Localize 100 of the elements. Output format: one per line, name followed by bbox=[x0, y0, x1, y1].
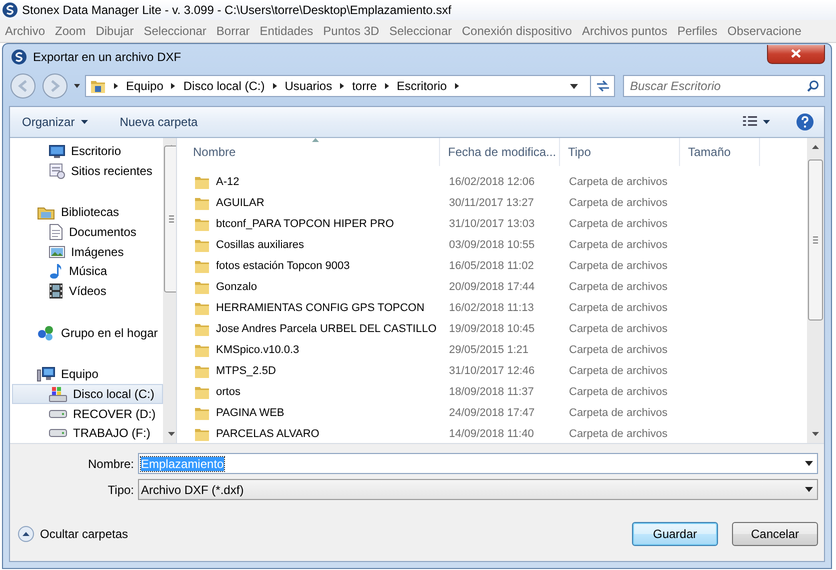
computer-icon bbox=[37, 366, 55, 382]
field-label: Nombre: bbox=[86, 456, 135, 470]
breadcrumb-link[interactable]: Usuarios bbox=[284, 79, 332, 93]
drive-icon bbox=[49, 408, 67, 419]
hide-folders-button[interactable]: Ocultar carpetas bbox=[18, 526, 128, 542]
date-modified: 31/10/2017 12:46 bbox=[449, 364, 535, 376]
nav-item[interactable]: Vídeos bbox=[12, 281, 163, 301]
dialog-title: Exportar en un archivo DXF bbox=[33, 50, 182, 64]
search-field[interactable]: Buscar Escritorio bbox=[623, 75, 825, 97]
scrollbar[interactable] bbox=[807, 138, 824, 443]
chevron-icon bbox=[169, 82, 178, 90]
address-bar[interactable]: Equipo Disco local (C:) Usuarios torre Escritorio bbox=[85, 75, 591, 97]
menu-item[interactable]: Entidades bbox=[254, 24, 318, 38]
folder-name: PARCELAS ALVARO bbox=[216, 428, 320, 440]
nav-item[interactable]: Imágenes bbox=[12, 242, 163, 262]
date-modified: 19/09/2018 10:45 bbox=[449, 322, 535, 334]
toolbar-button[interactable]: Nueva carpeta bbox=[118, 113, 200, 131]
folder-name: A-12 bbox=[216, 176, 240, 188]
nav-item[interactable]: Grupo en el hogar bbox=[12, 322, 163, 342]
homegroup-icon bbox=[37, 324, 55, 341]
folder-name: AGUILAR bbox=[216, 196, 264, 208]
search-icon bbox=[807, 80, 819, 92]
nav-item[interactable]: Escritorio bbox=[12, 141, 163, 161]
breadcrumb-link[interactable]: Disco local (C:) bbox=[183, 79, 265, 93]
date-modified: 16/02/2018 11:13 bbox=[449, 302, 534, 314]
menu-item[interactable]: Conexión dispositivo bbox=[456, 24, 577, 38]
folder-name: Cosillas auxiliares bbox=[216, 238, 304, 250]
collapse-icon bbox=[18, 526, 34, 542]
date-modified: 16/05/2018 11:02 bbox=[449, 260, 534, 272]
toolbar-button[interactable]: Organizar bbox=[20, 113, 90, 131]
nav-item[interactable]: Sitios recientes bbox=[12, 160, 163, 180]
dropdown-caret-icon bbox=[805, 487, 813, 492]
menu-item[interactable]: Seleccionar bbox=[384, 24, 457, 38]
menu-item[interactable]: Borrar bbox=[211, 24, 255, 38]
nav-item[interactable]: RECOVER (D:) bbox=[12, 404, 163, 424]
library-folder-icon bbox=[37, 204, 55, 220]
app-logo-icon bbox=[2, 2, 18, 18]
folder-name: MTPS_2.5D bbox=[216, 364, 276, 376]
close-icon bbox=[791, 49, 801, 58]
folder-name: Jose Andres Parcela URBEL DEL CASTILLO bbox=[216, 322, 437, 334]
dropdown-caret-icon bbox=[570, 84, 578, 88]
dropdown-caret-icon bbox=[805, 461, 813, 466]
chevron-icon bbox=[270, 82, 279, 90]
file-type: Carpeta de archivos bbox=[569, 280, 668, 292]
monitor-icon bbox=[49, 144, 65, 158]
file-type: Carpeta de archivos bbox=[569, 218, 668, 230]
file-type-dropdown[interactable]: Archivo DXF (*.dxf) bbox=[138, 479, 818, 500]
help-button[interactable] bbox=[794, 111, 816, 133]
date-modified: 03/09/2018 10:55 bbox=[449, 238, 535, 250]
refresh-button[interactable] bbox=[590, 75, 615, 97]
document-icon bbox=[49, 224, 63, 240]
file-type: Carpeta de archivos bbox=[569, 386, 668, 398]
menu-item[interactable]: Archivos puntos bbox=[576, 24, 672, 38]
music-note-icon bbox=[49, 263, 63, 280]
breadcrumb-link[interactable]: Escritorio bbox=[396, 79, 447, 93]
file-type: Carpeta de archivos bbox=[569, 196, 668, 208]
picture-icon bbox=[49, 244, 65, 259]
dialog-button[interactable]: Guardar bbox=[632, 522, 718, 546]
chevron-icon bbox=[73, 82, 81, 90]
menu-item[interactable]: Archivo bbox=[0, 24, 50, 38]
field-label: Tipo: bbox=[106, 482, 135, 496]
file-type: Carpeta de archivos bbox=[569, 260, 668, 272]
menu-item[interactable]: Dibujar bbox=[90, 24, 139, 38]
nav-item[interactable]: Bibliotecas bbox=[12, 202, 163, 222]
date-modified: 30/11/2017 13:27 bbox=[449, 196, 534, 208]
help-icon bbox=[796, 113, 814, 131]
chevron-icon bbox=[452, 82, 461, 90]
nav-item[interactable]: Equipo bbox=[12, 364, 163, 384]
windows-drive-icon bbox=[49, 386, 67, 402]
folder-name: ortos bbox=[216, 386, 240, 398]
close-button[interactable] bbox=[767, 44, 825, 64]
nav-item[interactable]: TRABAJO (F:) bbox=[12, 423, 163, 443]
date-modified: 20/09/2018 17:44 bbox=[449, 280, 535, 292]
menu-item[interactable]: Seleccionar bbox=[138, 24, 212, 38]
file-type: Carpeta de archivos bbox=[569, 176, 668, 188]
chevron-icon bbox=[112, 82, 120, 90]
file-type: Carpeta de archivos bbox=[569, 322, 668, 334]
file-type: Carpeta de archivos bbox=[569, 428, 668, 440]
date-modified: 14/09/2018 11:40 bbox=[449, 428, 534, 440]
menu-item[interactable]: Perfiles bbox=[672, 24, 722, 38]
menu-item[interactable]: Zoom bbox=[50, 24, 91, 38]
file-type: Carpeta de archivos bbox=[569, 364, 668, 376]
dialog-button[interactable]: Cancelar bbox=[732, 522, 818, 546]
nav-item[interactable]: Documentos bbox=[12, 222, 163, 242]
date-modified: 24/09/2018 17:47 bbox=[449, 406, 535, 418]
date-modified: 31/10/2017 13:03 bbox=[449, 218, 535, 230]
folder-name: btconf_PARA TOPCON HIPER PRO bbox=[216, 218, 394, 230]
menu-item[interactable]: Puntos 3D bbox=[318, 24, 384, 38]
folder-name: KMSpico.v10.0.3 bbox=[216, 344, 300, 356]
folder-name: Gonzalo bbox=[216, 280, 257, 292]
list-view-icon bbox=[743, 116, 757, 128]
nav-item[interactable]: Música bbox=[12, 261, 163, 282]
menu-item[interactable]: Observacione bbox=[722, 24, 806, 38]
scrollbar[interactable] bbox=[162, 138, 176, 443]
breadcrumb-link[interactable]: torre bbox=[352, 79, 377, 93]
chevron-icon bbox=[382, 82, 391, 90]
folder-icon bbox=[90, 78, 106, 94]
nav-item[interactable]: Disco local (C:) bbox=[12, 384, 163, 404]
breadcrumb-link[interactable]: Equipo bbox=[126, 79, 164, 93]
file-type: Carpeta de archivos bbox=[569, 238, 668, 250]
